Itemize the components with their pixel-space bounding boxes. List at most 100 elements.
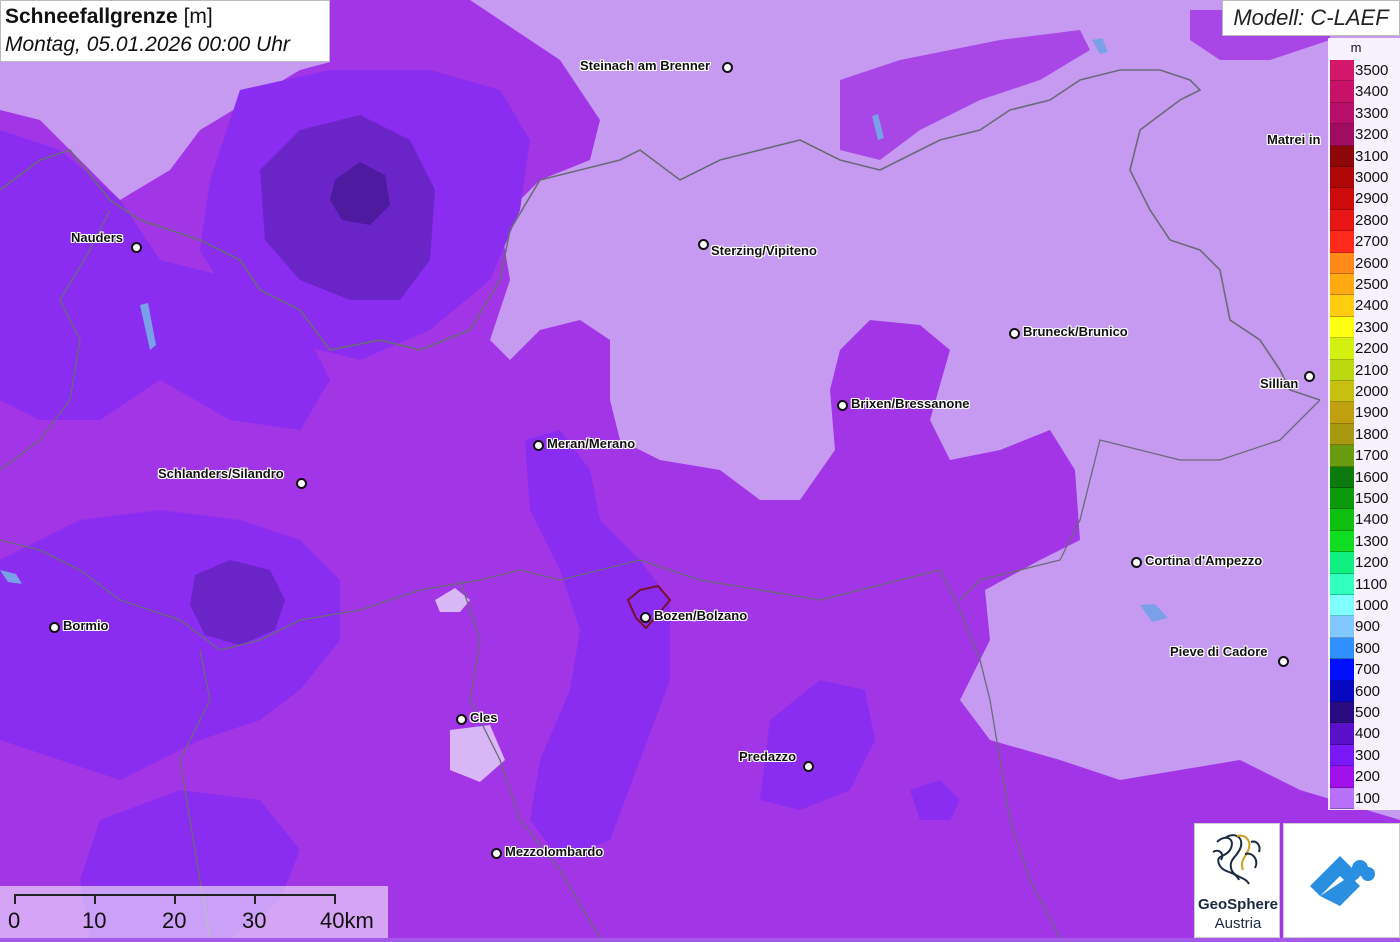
city-marker [456, 714, 467, 725]
legend-label: 1700 [1355, 447, 1389, 465]
legend-swatch [1330, 573, 1354, 595]
geosphere-logo: GeoSphere Austria [1194, 823, 1280, 938]
legend-swatch [1330, 102, 1354, 125]
legend-swatch [1330, 359, 1354, 381]
legend-label: 1500 [1355, 490, 1389, 507]
legend-label: 3000 [1355, 169, 1389, 186]
legend-label: 600 [1355, 682, 1381, 700]
legend-label: 3300 [1355, 104, 1389, 122]
legend-swatch [1330, 402, 1354, 424]
city-marker [1304, 371, 1315, 382]
legend-label: 1000 [1355, 597, 1389, 614]
city-label: Cortina d'Ampezzo [1145, 553, 1263, 568]
legend-swatch [1330, 60, 1354, 82]
legend-swatch [1330, 209, 1354, 232]
city-label: Meran/Merano [547, 436, 636, 451]
legend-swatch [1330, 616, 1354, 638]
legend-label: 1400 [1355, 511, 1389, 529]
legend-label: 3200 [1355, 126, 1389, 144]
city-marker [533, 440, 544, 451]
legend-label: 3400 [1355, 83, 1389, 101]
legend-swatch [1330, 274, 1354, 296]
city-marker [837, 400, 848, 411]
legend-swatch [1330, 252, 1354, 274]
city-marker [1131, 557, 1142, 568]
city-label: Sillian [1260, 376, 1299, 391]
city-label: Nauders [71, 230, 124, 245]
city-marker [698, 239, 709, 250]
city-marker [640, 612, 651, 623]
legend-label: 500 [1355, 704, 1381, 721]
legend-label: 300 [1355, 746, 1381, 764]
scale-bar-tick [254, 894, 256, 904]
legend-swatch [1330, 702, 1354, 724]
scale-bar-tick [14, 894, 16, 904]
map-title-box: Schneefallgrenze [m] Montag, 05.01.2026 … [0, 0, 330, 62]
city-label: Mezzolombardo [505, 844, 604, 859]
scale-bar-tick [94, 894, 96, 904]
legend-swatch [1330, 659, 1354, 681]
legend-swatch [1330, 381, 1354, 403]
legend-unit: m [1350, 40, 1362, 55]
legend-swatch [1330, 766, 1354, 788]
map-title-text: Schneefallgrenze [5, 5, 178, 28]
city-label: Pieve di Cadore [1170, 644, 1268, 659]
legend-swatch [1330, 637, 1354, 660]
city-label: Bozen/Bolzano [654, 608, 748, 623]
scale-bar: 0 10 20 30 40km [0, 886, 388, 938]
city-marker [1009, 328, 1020, 339]
legend-swatch [1330, 231, 1354, 253]
legend-label: 400 [1355, 725, 1381, 743]
city-label: Steinach am Brenner [580, 58, 711, 73]
legend-swatch [1330, 316, 1354, 339]
legend-label: 2700 [1355, 233, 1389, 251]
legend-swatch [1330, 145, 1354, 167]
geosphere-logo-line1: GeoSphere [1197, 896, 1279, 913]
scale-bar-label: 40km [320, 908, 374, 933]
legend-label: 2000 [1355, 383, 1389, 400]
city-label: Brixen/Bressanone [851, 396, 970, 411]
legend-label: 2600 [1355, 254, 1389, 272]
legend-swatch [1330, 530, 1354, 553]
city-label: Bormio [63, 618, 109, 633]
scale-bar-label: 20 [162, 908, 187, 933]
legend-label: 3100 [1355, 147, 1389, 165]
legend-swatch [1330, 445, 1354, 467]
scale-bar-label: 0 [8, 908, 21, 933]
legend-swatch [1330, 787, 1354, 809]
city-label: Sterzing/Vipiteno [711, 243, 817, 258]
legend-swatch [1330, 124, 1354, 146]
legend-label: 1100 [1355, 575, 1388, 593]
legend-label: 2200 [1355, 340, 1389, 358]
legend-swatch [1330, 552, 1354, 574]
city-label: Predazzo [739, 749, 797, 764]
city-label: Bruneck/Brunico [1023, 324, 1128, 339]
legend-swatch [1330, 167, 1354, 189]
legend-swatch [1330, 466, 1354, 488]
legend-label: 2300 [1355, 318, 1389, 336]
city-marker [803, 761, 814, 772]
legend-label: 2500 [1355, 276, 1389, 293]
city-marker [722, 62, 733, 73]
legend-label: 1900 [1355, 404, 1389, 422]
city-marker [131, 242, 142, 253]
house-cloud-icon [1310, 856, 1375, 906]
scale-bar-tick [334, 894, 336, 904]
legend-swatch [1330, 81, 1354, 103]
legend-label: 100 [1355, 789, 1381, 807]
city-marker [1278, 656, 1289, 667]
legend-swatch [1330, 595, 1354, 617]
scale-bar-tick [174, 894, 176, 904]
color-legend: m 3500 3400 3300 3200 3100 3000 2900 2800 2700 26… [1328, 38, 1400, 810]
legend-swatch [1330, 723, 1354, 745]
legend-swatch [1330, 295, 1354, 317]
legend-label: 900 [1355, 618, 1381, 636]
legend-swatch [1330, 680, 1354, 702]
legend-label: 2100 [1355, 361, 1389, 379]
city-marker [49, 622, 60, 633]
geosphere-logo-icon [1212, 834, 1261, 885]
legend-swatch [1330, 338, 1354, 360]
map-datetime: Montag, 05.01.2026 00:00 Uhr [5, 33, 290, 56]
geosphere-logo-line2: Austria [1214, 915, 1262, 932]
city-label: Matrei in [1267, 132, 1321, 147]
